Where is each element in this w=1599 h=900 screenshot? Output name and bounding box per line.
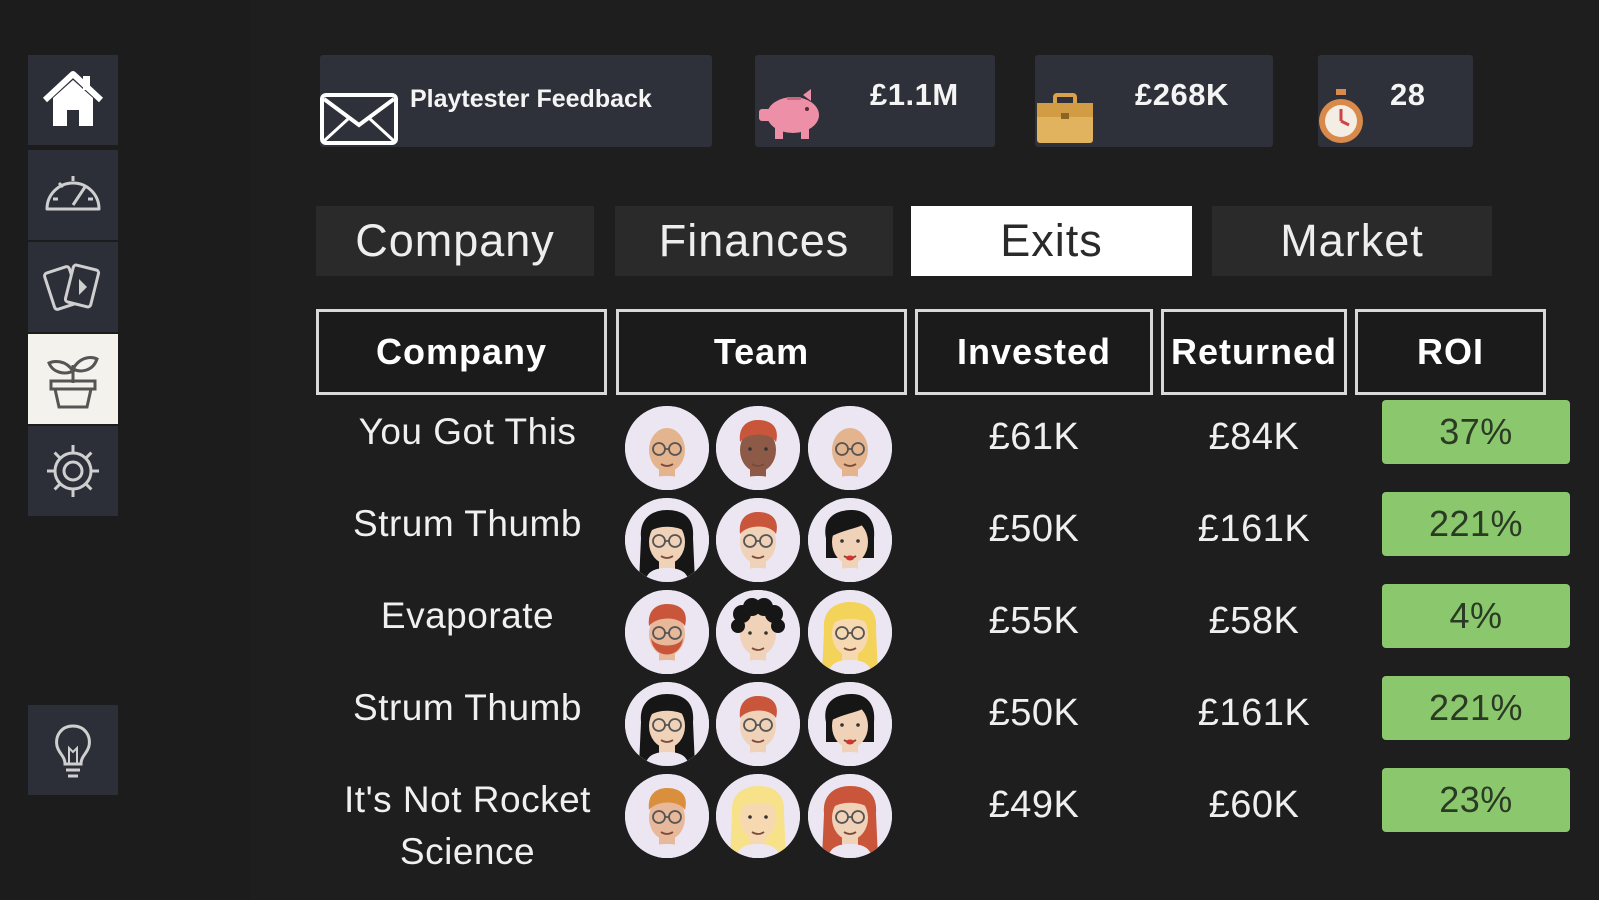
company-name: You Got This: [358, 411, 577, 452]
team-member-avatar[interactable]: [625, 590, 709, 674]
tab-company[interactable]: Company: [316, 206, 594, 276]
company-name: Strum Thumb: [353, 503, 582, 544]
table-row[interactable]: Strum Thumb £50K £161K 221%: [320, 492, 1570, 585]
returned-value: £84K: [1208, 416, 1300, 458]
returned-value: £161K: [1197, 692, 1311, 734]
column-header-returned[interactable]: Returned: [1161, 309, 1347, 395]
column-header-team[interactable]: Team: [616, 309, 907, 395]
team-member-avatar[interactable]: [808, 590, 892, 674]
team-member-avatar[interactable]: [716, 774, 800, 858]
column-header-roi[interactable]: ROI: [1355, 309, 1546, 395]
table-row[interactable]: Strum Thumb £50K £161K 221%: [320, 676, 1570, 769]
table-row[interactable]: You Got This £61K £84K 37%: [320, 400, 1570, 493]
lightbulb-icon: [55, 724, 91, 778]
sidebar-item-settings[interactable]: [28, 426, 118, 516]
team-member-avatar[interactable]: [625, 774, 709, 858]
column-header-invested[interactable]: Invested: [915, 309, 1153, 395]
team-member-avatar[interactable]: [625, 682, 709, 766]
briefcase-icon: [1037, 93, 1093, 143]
team-member-avatar[interactable]: [808, 682, 892, 766]
invested-value: £49K: [988, 784, 1080, 826]
cash-value: £1.1M: [870, 77, 959, 112]
sidebar-item-cards[interactable]: [28, 242, 118, 332]
team-member-avatar[interactable]: [716, 406, 800, 490]
roi-badge: 23%: [1382, 768, 1570, 832]
sidebar-item-dashboard[interactable]: [28, 150, 118, 240]
piggy-bank-icon: [759, 89, 819, 139]
team-member-avatar[interactable]: [808, 774, 892, 858]
invested-value: £50K: [988, 692, 1080, 734]
tab-market[interactable]: Market: [1212, 206, 1492, 276]
home-icon: [42, 71, 104, 126]
team-member-avatar[interactable]: [716, 498, 800, 582]
turns-value: 28: [1390, 77, 1426, 112]
sidebar-item-investments[interactable]: [28, 334, 118, 424]
roi-badge: 221%: [1382, 492, 1570, 556]
cash-counter: £1.1M: [755, 55, 995, 147]
invested-value: £61K: [988, 416, 1080, 458]
turns-counter: 28: [1318, 55, 1473, 147]
table-row[interactable]: It's Not Rocket Science £49K £60K 23%: [320, 768, 1570, 872]
team-member-avatar[interactable]: [716, 590, 800, 674]
hint-button[interactable]: [28, 705, 118, 795]
returned-value: £161K: [1197, 508, 1311, 550]
team-member-avatar[interactable]: [716, 682, 800, 766]
invested-value: £55K: [988, 600, 1080, 642]
table-row[interactable]: Evaporate £55K £58K 4%: [320, 584, 1570, 677]
roi-badge: 4%: [1382, 584, 1570, 648]
envelope-icon: [320, 93, 398, 145]
tab-finances[interactable]: Finances: [615, 206, 893, 276]
playtester-feedback-button[interactable]: Playtester Feedback: [320, 55, 712, 147]
team-member-avatar[interactable]: [808, 406, 892, 490]
feedback-label: Playtester Feedback: [410, 85, 652, 113]
cards-icon: [43, 263, 101, 311]
company-name: It's Not Rocket Science: [344, 779, 591, 872]
company-name: Strum Thumb: [353, 687, 582, 728]
team-member-avatar[interactable]: [625, 498, 709, 582]
company-name: Evaporate: [380, 595, 555, 636]
portfolio-value: £268K: [1135, 77, 1229, 112]
tab-exits[interactable]: Exits: [911, 206, 1192, 276]
stopwatch-icon: [1319, 89, 1363, 143]
column-header-company[interactable]: Company: [316, 309, 607, 395]
team-member-avatar[interactable]: [808, 498, 892, 582]
invested-value: £50K: [988, 508, 1080, 550]
returned-value: £60K: [1208, 784, 1300, 826]
roi-badge: 221%: [1382, 676, 1570, 740]
sidebar-item-home[interactable]: [28, 55, 118, 145]
roi-badge: 37%: [1382, 400, 1570, 464]
returned-value: £58K: [1208, 600, 1300, 642]
plant-pot-icon: [47, 356, 99, 409]
team-member-avatar[interactable]: [625, 406, 709, 490]
portfolio-counter: £268K: [1035, 55, 1273, 147]
speedometer-icon: [45, 176, 101, 211]
gear-icon: [47, 445, 99, 497]
